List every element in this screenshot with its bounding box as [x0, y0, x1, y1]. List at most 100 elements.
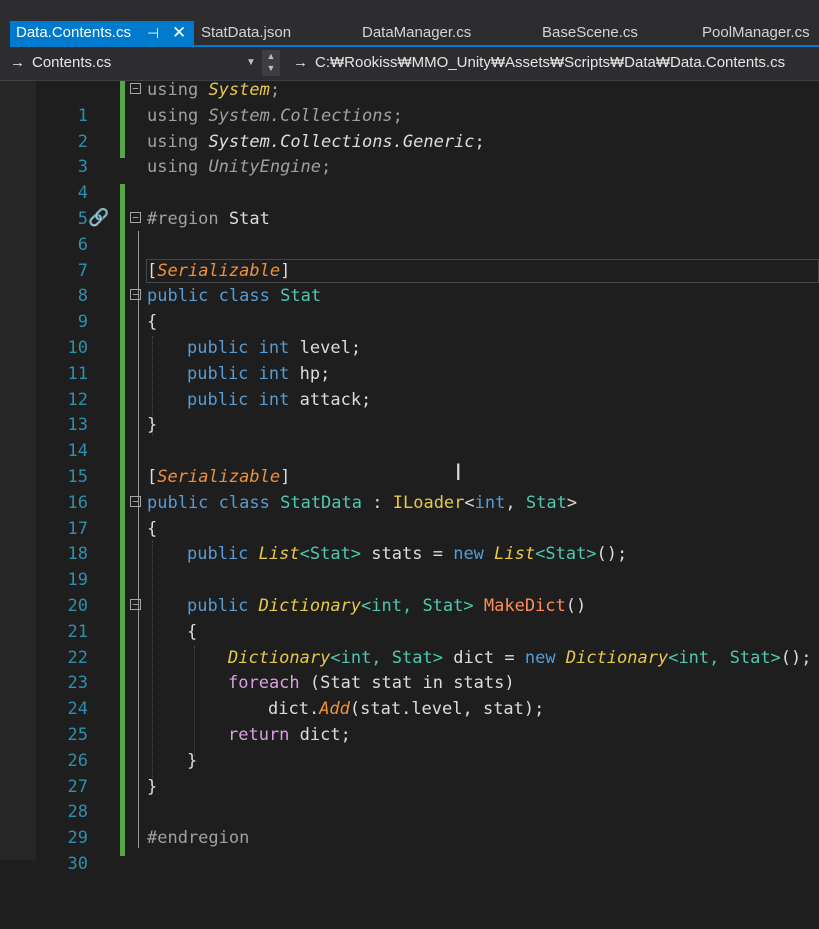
- punct: ;: [474, 131, 485, 152]
- code-line: 29: [0, 800, 819, 848]
- field-name: level;: [299, 338, 362, 358]
- collapse-toggle[interactable]: −: [130, 83, 141, 94]
- arrow-right-icon: →: [10, 54, 25, 71]
- close-icon[interactable]: ✕: [172, 21, 186, 45]
- generic-args: <Stat>: [299, 544, 362, 565]
- code-line: 11 public int level;: [0, 336, 819, 384]
- arrow-right-icon: →: [293, 54, 308, 71]
- path-dropdown[interactable]: → C:₩Rookiss₩MMO_Unity₩Assets₩Scripts₩Dat…: [293, 52, 785, 74]
- collapse-toggle[interactable]: −: [130, 495, 141, 507]
- punct: [: [147, 467, 158, 487]
- code-line: 21 − public Dictionary<int, Stat> MakeDi…: [0, 594, 819, 642]
- code-line: 19 public List<Stat> stats = new List<St…: [0, 542, 819, 590]
- tab-data-contents[interactable]: Data.Contents.cs ⊣ ✕: [10, 21, 194, 45]
- field-name: stats =: [371, 544, 443, 565]
- code-line: 25 dict.Add(stat.level, stat);: [0, 697, 819, 745]
- code-line: 27 }: [0, 749, 819, 797]
- brace: }: [147, 776, 158, 797]
- method-name: Add: [319, 699, 350, 720]
- keyword: using: [147, 131, 199, 152]
- type-name: Dictionary: [565, 647, 669, 668]
- split-button[interactable]: ▲ ▼: [262, 50, 280, 76]
- keyword: int: [258, 389, 290, 410]
- code-line: 30 #endregion: [0, 826, 819, 874]
- keyword: public: [187, 544, 249, 565]
- keyword: public: [187, 596, 249, 616]
- generic-args: <Stat>: [535, 544, 597, 565]
- member-dropdown[interactable]: → Contents.cs ▼: [10, 52, 260, 74]
- code-line: 9 − public class Stat: [0, 284, 819, 332]
- keyword: using: [147, 105, 199, 126]
- interface-name: ILoader: [392, 492, 465, 513]
- keyword: public: [147, 492, 209, 513]
- attribute: Serializable: [157, 260, 281, 281]
- code-editor[interactable]: 🔗 I 1 − using System; 2 using System.Col…: [0, 78, 819, 874]
- punct: :: [372, 492, 383, 513]
- type-name: Dictionary: [258, 596, 362, 616]
- variable: dict =: [453, 647, 515, 668]
- field-name: attack;: [299, 389, 372, 410]
- punct: ;: [392, 105, 403, 126]
- class-name: Stat: [280, 286, 322, 307]
- punct: <: [464, 492, 475, 513]
- code-line: 6 − #region Stat: [0, 207, 819, 255]
- brace: }: [187, 750, 198, 771]
- attribute: Serializable: [157, 467, 281, 487]
- punct: ;: [321, 157, 332, 178]
- code-line: 24 foreach (Stat stat in stats): [0, 671, 819, 719]
- code-line: 10 {: [0, 310, 819, 358]
- generic-args: <int, Stat>: [330, 647, 443, 668]
- keyword: public: [147, 286, 209, 307]
- brace: {: [147, 312, 158, 333]
- collapse-toggle[interactable]: −: [130, 212, 141, 223]
- namespace: System.Collections.Generic: [208, 131, 475, 152]
- punct: ]: [280, 467, 291, 487]
- code-line: 17 − public class StatData : ILoader<int…: [0, 491, 819, 539]
- namespace: System: [208, 80, 270, 100]
- code-line: 7: [0, 233, 819, 281]
- tab-label: Data.Contents.cs: [16, 24, 132, 41]
- brace: {: [187, 621, 198, 642]
- punct: ();: [780, 647, 812, 668]
- collapse-toggle[interactable]: −: [130, 599, 141, 610]
- tab-statdata-json[interactable]: StatData.json: [201, 21, 291, 45]
- type-name: Stat: [525, 492, 567, 513]
- code-line: 22 {: [0, 620, 819, 668]
- member-dropdown-label: Contents.cs: [32, 54, 112, 71]
- code-line: 8 [Serializable]: [0, 259, 819, 307]
- tab-poolmanager[interactable]: PoolManager.cs: [702, 21, 810, 45]
- namespace: System.Collections: [208, 105, 393, 126]
- class-name: StatData: [280, 492, 362, 513]
- tab-basescene[interactable]: BaseScene.cs: [542, 21, 638, 45]
- punct: [: [147, 260, 158, 281]
- keyword: public: [187, 363, 249, 384]
- keyword: class: [218, 492, 270, 513]
- expression: (stat.level, stat);: [349, 699, 545, 720]
- file-path-label: C:₩Rookiss₩MMO_Unity₩Assets₩Scripts₩Data…: [315, 54, 786, 71]
- code-line: 23 Dictionary<int, Stat> dict = new Dict…: [0, 646, 819, 694]
- generic-args: <int, Stat>: [361, 596, 474, 616]
- method-name: MakeDict: [483, 596, 566, 616]
- keyword: using: [147, 80, 199, 100]
- tab-label: BaseScene.cs: [542, 24, 638, 41]
- keyword: int: [474, 492, 506, 513]
- punct: ]: [280, 260, 291, 281]
- code-line: 1 − using System;: [0, 78, 819, 126]
- code-line: 15: [0, 439, 819, 487]
- code-line: 5: [0, 181, 819, 229]
- tab-label: StatData.json: [201, 24, 292, 41]
- chevron-down-icon: ▼: [246, 57, 256, 68]
- brace: }: [147, 415, 158, 436]
- keyword: public: [187, 389, 249, 410]
- keyword: int: [258, 338, 290, 358]
- keyword: return: [228, 725, 290, 745]
- code-line: 13 public int attack;: [0, 388, 819, 436]
- tab-datamanager[interactable]: DataManager.cs: [362, 21, 471, 45]
- keyword: int: [258, 363, 290, 384]
- namespace: UnityEngine: [208, 157, 322, 178]
- line-number: 30: [67, 853, 88, 874]
- region-name: Stat: [228, 209, 270, 229]
- keyword: foreach: [228, 673, 300, 694]
- pin-icon[interactable]: ⊣: [147, 21, 159, 45]
- collapse-toggle[interactable]: −: [130, 289, 141, 301]
